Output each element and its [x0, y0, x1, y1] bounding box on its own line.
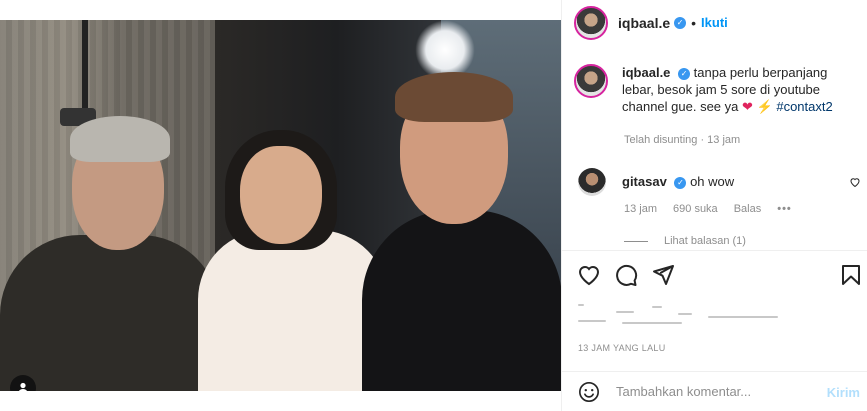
more-options-icon[interactable]: ••• [777, 203, 792, 215]
comment-text-block: gitasav ✓ oh wow [622, 168, 734, 189]
post-caption: iqbaal.e ✓ tanpa perlu berpanjang lebar,… [574, 64, 858, 115]
comment-icon[interactable] [614, 263, 638, 287]
post-comment-button[interactable]: Kirim [827, 385, 860, 400]
avatar[interactable] [574, 5, 608, 40]
comment-meta: 13 jam 690 suka Balas ••• [624, 203, 792, 215]
verified-badge-icon: ✓ [674, 16, 687, 29]
bolt-emoji: ⚡ [756, 99, 773, 114]
action-bar [562, 250, 867, 300]
hashtag-link[interactable]: #contaxt2 [776, 99, 832, 114]
comment-composer: Kirim [562, 371, 867, 411]
replies-line [624, 240, 648, 242]
comment-likes[interactable]: 690 suka [673, 203, 718, 215]
person-middle-body [198, 230, 388, 391]
comment-username[interactable]: gitasav [622, 174, 667, 189]
person-right-hair [395, 72, 513, 122]
view-replies-label[interactable]: Lihat balasan (1) [664, 235, 746, 247]
author-username[interactable]: iqbaal.e [618, 15, 670, 31]
avatar[interactable] [578, 168, 606, 196]
separator-dot: • [691, 14, 697, 31]
likes-summary-blurred [578, 302, 788, 328]
verified-badge-icon: ✓ [678, 67, 691, 80]
comment-item: gitasav ✓ oh wow [578, 168, 862, 196]
comment-heart-icon[interactable] [849, 176, 861, 188]
heart-icon[interactable] [577, 263, 601, 287]
person-middle-head [240, 146, 322, 244]
caption-text-block: iqbaal.e ✓ tanpa perlu berpanjang lebar,… [622, 64, 852, 115]
person-right-body [362, 210, 561, 391]
share-icon[interactable] [651, 263, 675, 287]
post-header: iqbaal.e ✓ • Ikuti [562, 0, 867, 45]
verified-badge-icon: ✓ [674, 176, 687, 189]
caption-username[interactable]: iqbaal.e [622, 65, 670, 80]
avatar[interactable] [574, 64, 608, 98]
view-replies[interactable]: Lihat balasan (1) [624, 235, 746, 247]
studio-lamp [415, 20, 475, 80]
person-left-hair [70, 116, 170, 162]
emoji-icon[interactable] [578, 381, 600, 403]
edited-label: Telah disunting · 13 jam [624, 134, 741, 146]
post-sidebar: iqbaal.e ✓ • Ikuti iqbaal.e ✓ tanpa perl… [561, 0, 867, 411]
heart-emoji: ❤ [742, 99, 753, 114]
person-left-body [0, 235, 220, 391]
comment-time: 13 jam [624, 203, 658, 215]
bookmark-icon[interactable] [839, 263, 863, 287]
reply-button[interactable]: Balas [734, 203, 762, 215]
post-timestamp: 13 JAM YANG LALU [578, 343, 666, 353]
comment-input[interactable] [616, 384, 806, 399]
comment-text: oh wow [690, 174, 735, 189]
post-photo[interactable] [0, 20, 561, 391]
follow-button[interactable]: Ikuti [701, 15, 728, 30]
